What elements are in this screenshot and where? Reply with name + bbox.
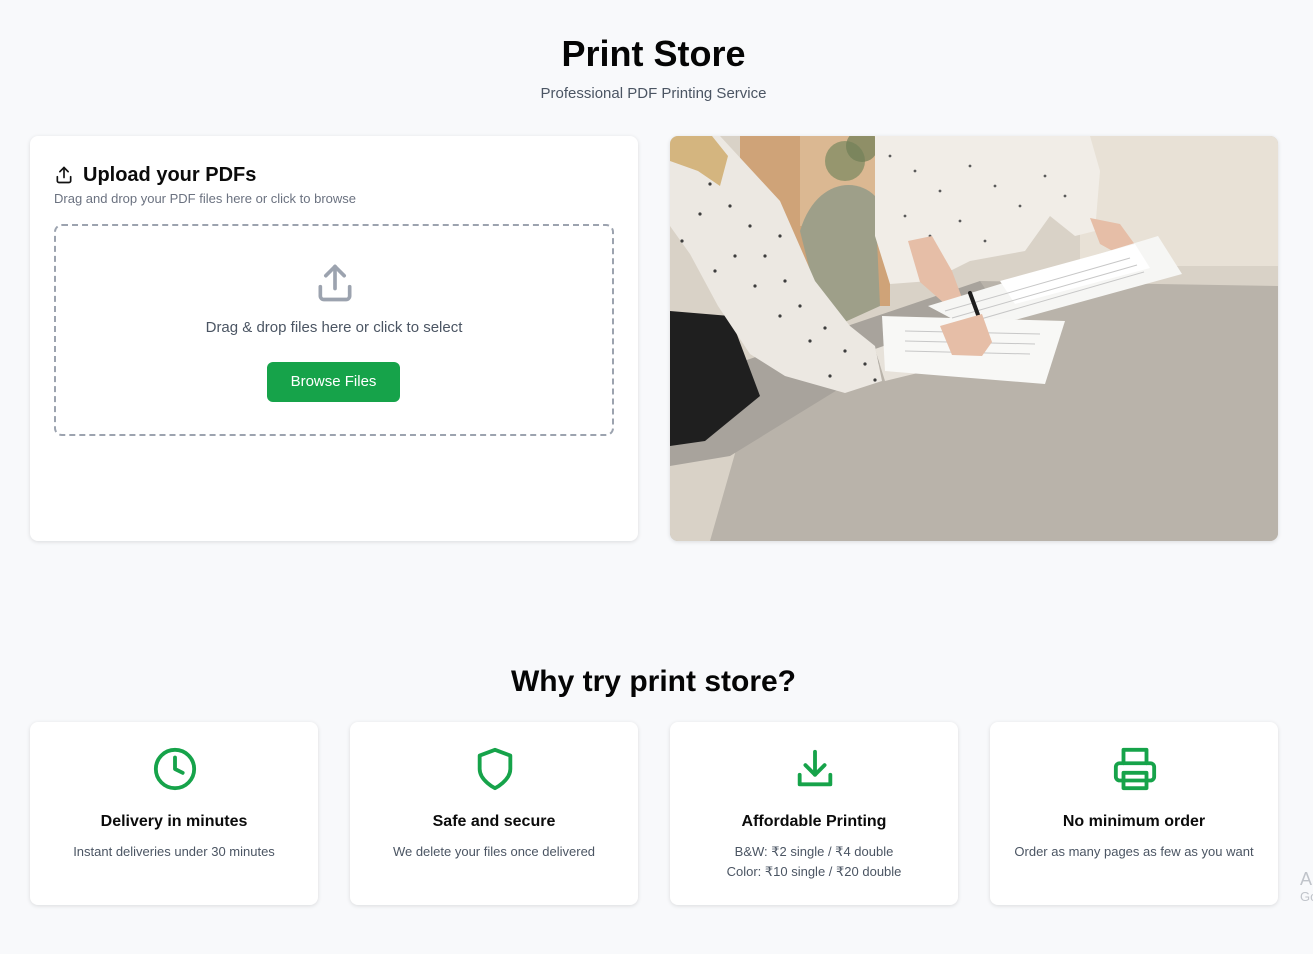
feature-card-pricing: Affordable Printing B&W: ₹2 single / ₹4 … <box>670 722 958 905</box>
edge-watermark-line2: Go <box>1300 889 1313 904</box>
edge-watermark-line1: A <box>1300 869 1313 889</box>
browse-files-button[interactable]: Browse Files <box>267 362 400 402</box>
download-icon <box>797 749 833 787</box>
feature-title: No minimum order <box>1062 813 1206 830</box>
feature-description: We delete your files once delivered <box>392 844 596 859</box>
why-section-title: Why try print store? <box>510 664 796 698</box>
clock-icon <box>153 747 197 791</box>
edge-watermark: A Go <box>1300 868 1313 904</box>
page-subtitle: Professional PDF Printing Service <box>540 85 767 102</box>
upload-heading: Upload your PDFs <box>54 163 256 187</box>
feature-card-minimum-order: No minimum order Order as many pages as … <box>990 722 1278 905</box>
printer-icon <box>1113 747 1157 791</box>
feature-description: Order as many pages as few as you want <box>1014 844 1254 859</box>
file-dropzone[interactable]: Drag & drop files here or click to selec… <box>54 224 614 436</box>
page-title: Print Store <box>561 33 746 74</box>
shield-icon <box>477 747 513 791</box>
feature-title: Safe and secure <box>432 813 556 830</box>
hero-image <box>670 136 1278 541</box>
office-photo <box>670 136 1278 541</box>
upload-card: Upload your PDFs Drag and drop your PDF … <box>30 136 638 541</box>
feature-card-security: Safe and secure We delete your files onc… <box>350 722 638 905</box>
feature-title: Delivery in minutes <box>100 813 248 830</box>
feature-description: Instant deliveries under 30 minutes <box>73 844 275 859</box>
page-header: Print Store Professional PDF Printing Se… <box>0 30 1307 104</box>
dropzone-text: Drag & drop files here or click to selec… <box>205 319 463 336</box>
upload-description: Drag and drop your PDF files here or cli… <box>54 191 357 206</box>
feature-card-delivery: Delivery in minutes Instant deliveries u… <box>30 722 318 905</box>
pricing-bw: B&W: ₹2 single / ₹4 double <box>734 844 894 859</box>
feature-title: Affordable Printing <box>741 813 887 830</box>
feature-description: B&W: ₹2 single / ₹4 double Color: ₹10 si… <box>694 842 934 882</box>
upload-icon <box>318 264 352 302</box>
pricing-color: Color: ₹10 single / ₹20 double <box>726 864 902 879</box>
upload-icon <box>56 166 72 184</box>
upload-heading-text: Upload your PDFs <box>83 164 257 186</box>
